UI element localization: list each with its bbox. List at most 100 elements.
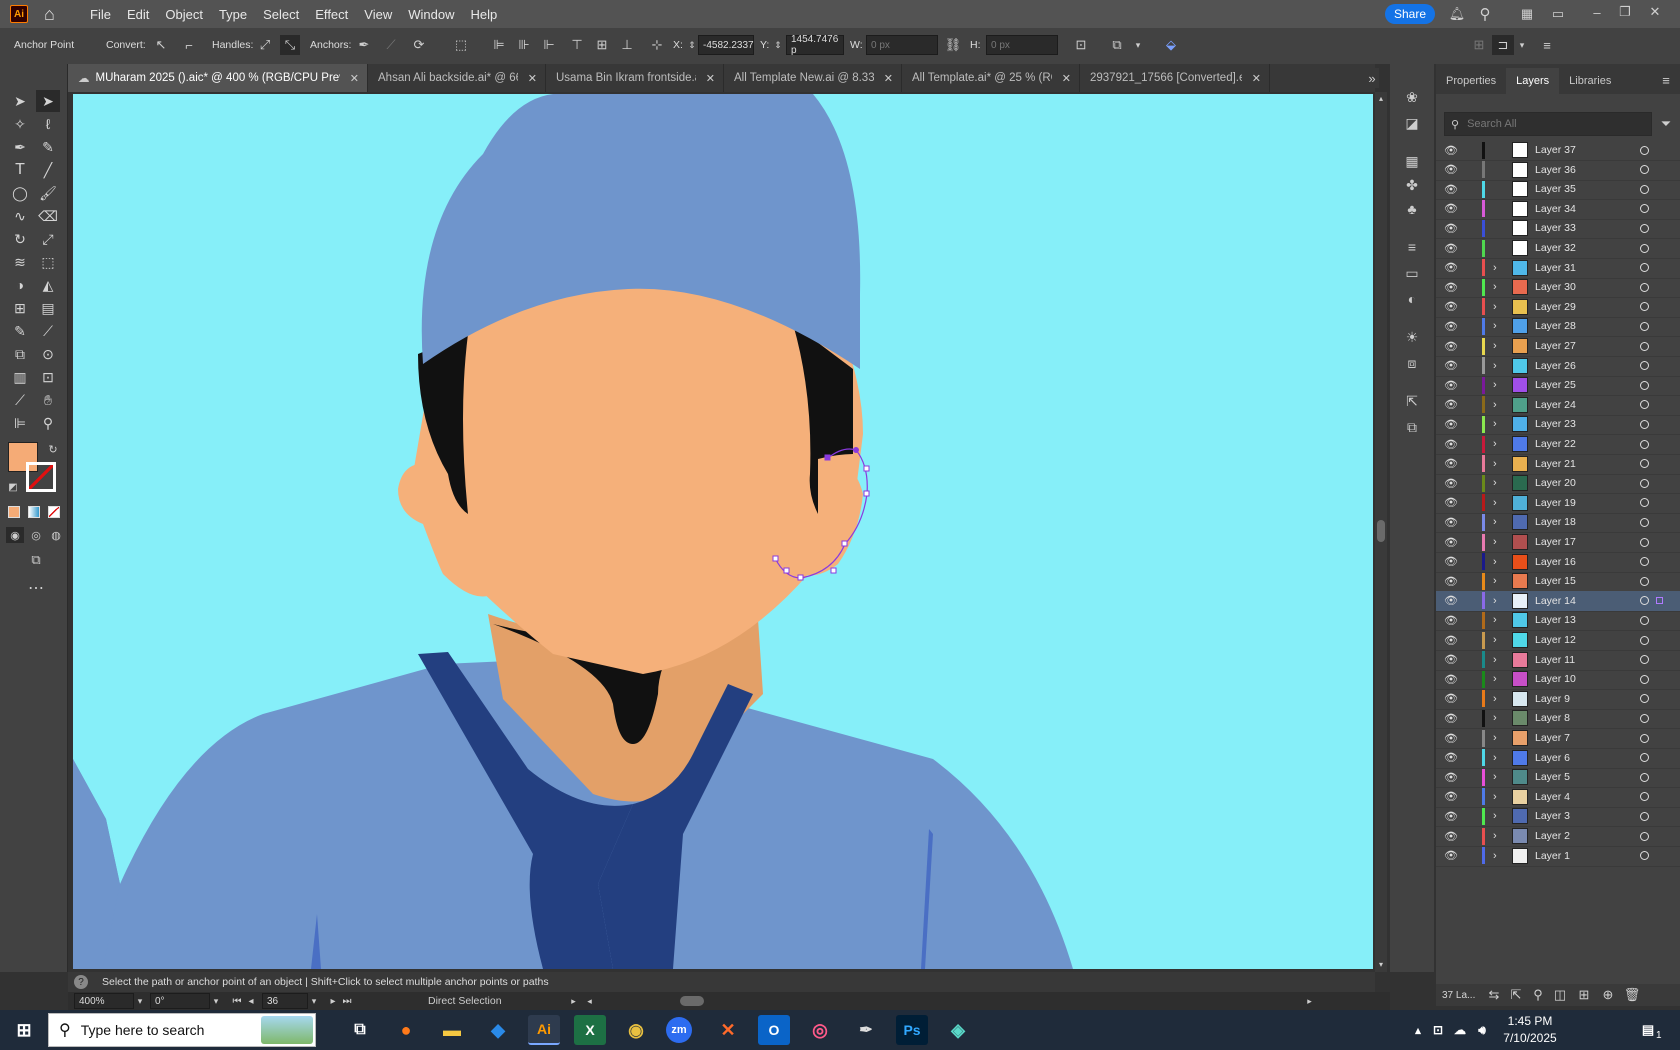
layer-row[interactable]: 👁︎ Layer 35 xyxy=(1436,179,1680,201)
layer-name[interactable]: Layer 15 xyxy=(1535,575,1576,587)
next-artboard-icon[interactable]: ▸ xyxy=(326,996,340,1007)
artboards-panel-icon[interactable]: ⧉ xyxy=(1400,416,1424,438)
layer-row[interactable]: 👁︎ › Layer 18 xyxy=(1436,512,1680,534)
chevron-down-icon[interactable]: ▾ xyxy=(1132,36,1144,54)
layer-name[interactable]: Layer 28 xyxy=(1535,320,1576,332)
default-colors-icon[interactable]: ◩ xyxy=(6,480,20,494)
close-tab-icon[interactable]: ✕ xyxy=(350,72,359,85)
align-left-icon[interactable]: ⊫ xyxy=(490,36,508,54)
layer-target-icon[interactable] xyxy=(1640,145,1649,155)
recolor-icon[interactable]: ⬙ xyxy=(1162,36,1180,54)
layer-target-icon[interactable] xyxy=(1640,694,1649,704)
hand-tool-icon[interactable]: ✋︎ xyxy=(36,389,60,411)
taskbar-search[interactable]: ⚲ Type here to search xyxy=(48,1013,316,1047)
layer-target-icon[interactable] xyxy=(1640,302,1649,312)
layer-row[interactable]: 👁︎ › Layer 9 xyxy=(1436,689,1680,710)
artboard-tool-icon[interactable]: ⊡ xyxy=(36,366,60,388)
zoom-field[interactable]: 400% xyxy=(74,993,134,1009)
new-layer-icon[interactable]: ⊕ xyxy=(1600,987,1616,1003)
graphic-styles-icon[interactable]: ◪ xyxy=(1400,112,1424,134)
layer-target-icon[interactable] xyxy=(1640,498,1649,508)
layer-name[interactable]: Layer 27 xyxy=(1535,340,1576,352)
layer-row[interactable]: 👁︎ › Layer 14 xyxy=(1436,590,1680,612)
layer-row[interactable]: 👁︎ › Layer 3 xyxy=(1436,806,1680,828)
search-icon[interactable]: ⚲ xyxy=(1476,5,1494,23)
expand-arrow-icon[interactable]: › xyxy=(1493,262,1497,274)
menu-item-help[interactable]: Help xyxy=(462,7,505,22)
layer-name[interactable]: Layer 29 xyxy=(1535,301,1576,313)
menu-lines-icon[interactable]: ≡ xyxy=(1538,36,1556,54)
layer-row[interactable]: 👁︎ › Layer 27 xyxy=(1436,336,1680,357)
layer-row[interactable]: 👁︎ › Layer 13 xyxy=(1436,610,1680,632)
previous-artboard-icon[interactable]: ◂ xyxy=(244,996,258,1007)
panel-toggle-icon[interactable]: ⊐ xyxy=(1492,35,1514,55)
document-tab[interactable]: ☁ MUharam 2025 ().aic* @ 400 % (RGB/CPU P… xyxy=(68,64,368,92)
line-tool-icon[interactable]: ╱ xyxy=(36,159,60,181)
lasso-icon[interactable]: ℓ xyxy=(36,113,60,135)
hide-handles-icon[interactable]: ⤡ xyxy=(280,35,300,55)
expand-arrow-icon[interactable]: › xyxy=(1493,360,1497,372)
layer-row[interactable]: 👁︎ › Layer 7 xyxy=(1436,728,1680,749)
layer-target-icon[interactable] xyxy=(1640,851,1649,861)
layer-target-icon[interactable] xyxy=(1640,596,1649,606)
visibility-eye-icon[interactable]: 👁︎ xyxy=(1444,438,1458,451)
swatches-icon[interactable]: ▦ xyxy=(1400,150,1424,172)
visibility-eye-icon[interactable]: 👁︎ xyxy=(1444,653,1458,666)
visibility-eye-icon[interactable]: 👁︎ xyxy=(1444,183,1458,196)
document-tab[interactable]: All Template New.ai @ 8.33 ... ✕ xyxy=(724,64,902,92)
layer-row[interactable]: 👁︎ › Layer 23 xyxy=(1436,414,1680,436)
visibility-eye-icon[interactable]: 👁︎ xyxy=(1444,634,1458,647)
appearance-icon[interactable]: ❀ xyxy=(1400,86,1424,108)
arrange-icon[interactable]: ⊞ xyxy=(1470,36,1488,54)
visibility-eye-icon[interactable]: 👁︎ xyxy=(1444,457,1458,470)
visibility-eye-icon[interactable]: 👁︎ xyxy=(1444,359,1458,372)
selection-indicator[interactable] xyxy=(1656,596,1663,604)
eraser-icon[interactable]: ⌫ xyxy=(36,205,60,227)
visibility-eye-icon[interactable]: 👁︎ xyxy=(1444,222,1458,235)
layer-target-icon[interactable] xyxy=(1640,517,1649,527)
expand-arrow-icon[interactable]: › xyxy=(1493,712,1497,724)
expand-arrow-icon[interactable]: › xyxy=(1493,791,1497,803)
layer-row[interactable]: 👁︎ › Layer 6 xyxy=(1436,748,1680,769)
layer-target-icon[interactable] xyxy=(1640,459,1649,469)
visibility-eye-icon[interactable]: 👁︎ xyxy=(1444,732,1458,745)
tabs-overflow-icon[interactable]: » xyxy=(1365,68,1379,88)
expand-arrow-icon[interactable]: › xyxy=(1493,320,1497,332)
expand-arrow-icon[interactable]: › xyxy=(1493,340,1497,352)
restore-icon[interactable]: ❐ xyxy=(1616,3,1634,21)
expand-arrow-icon[interactable]: › xyxy=(1493,693,1497,705)
show-handles-icon[interactable]: ⤢ xyxy=(256,36,274,54)
scale-tool-icon[interactable]: ⤢ xyxy=(36,228,60,250)
draw-normal-icon[interactable]: ◉ xyxy=(6,527,24,543)
layer-target-icon[interactable] xyxy=(1640,772,1649,782)
menu-item-select[interactable]: Select xyxy=(255,7,307,22)
visibility-eye-icon[interactable]: 👁︎ xyxy=(1444,242,1458,255)
layer-target-icon[interactable] xyxy=(1640,811,1649,821)
expand-arrow-icon[interactable]: › xyxy=(1493,673,1497,685)
visibility-eye-icon[interactable]: 👁︎ xyxy=(1444,673,1458,686)
expand-arrow-icon[interactable]: › xyxy=(1493,458,1497,470)
first-artboard-icon[interactable]: ⏮ xyxy=(230,996,244,1007)
layer-row[interactable]: 👁︎ › Layer 29 xyxy=(1436,297,1680,318)
expand-arrow-icon[interactable]: › xyxy=(1493,614,1497,626)
layer-name[interactable]: Layer 35 xyxy=(1535,183,1576,195)
document-tab[interactable]: All Template.ai* @ 25 % (RG... ✕ xyxy=(902,64,1080,92)
visibility-eye-icon[interactable]: 👁︎ xyxy=(1444,340,1458,353)
layer-name[interactable]: Layer 23 xyxy=(1535,418,1576,430)
free-transform-icon[interactable]: ⬚ xyxy=(36,251,60,273)
brushes-icon[interactable]: ✤ xyxy=(1400,174,1424,196)
visibility-eye-icon[interactable]: 👁︎ xyxy=(1444,477,1458,490)
menu-item-type[interactable]: Type xyxy=(211,7,255,22)
visibility-eye-icon[interactable]: 👁︎ xyxy=(1444,614,1458,627)
layer-target-icon[interactable] xyxy=(1640,831,1649,841)
clipping-mask-icon[interactable]: ◫ xyxy=(1552,987,1568,1003)
layer-row[interactable]: 👁︎ › Layer 4 xyxy=(1436,787,1680,808)
curvature-tool-icon[interactable]: ✎ xyxy=(36,136,60,158)
none-mode-swatch[interactable] xyxy=(48,506,60,518)
layer-name[interactable]: Layer 31 xyxy=(1535,262,1576,274)
illustrator-taskbar-icon[interactable]: Ai xyxy=(528,1015,560,1045)
layer-name[interactable]: Layer 26 xyxy=(1535,360,1576,372)
layer-target-icon[interactable] xyxy=(1640,223,1649,233)
layer-name[interactable]: Layer 36 xyxy=(1535,164,1576,176)
collect-export-icon[interactable]: ⇆ xyxy=(1486,987,1502,1003)
